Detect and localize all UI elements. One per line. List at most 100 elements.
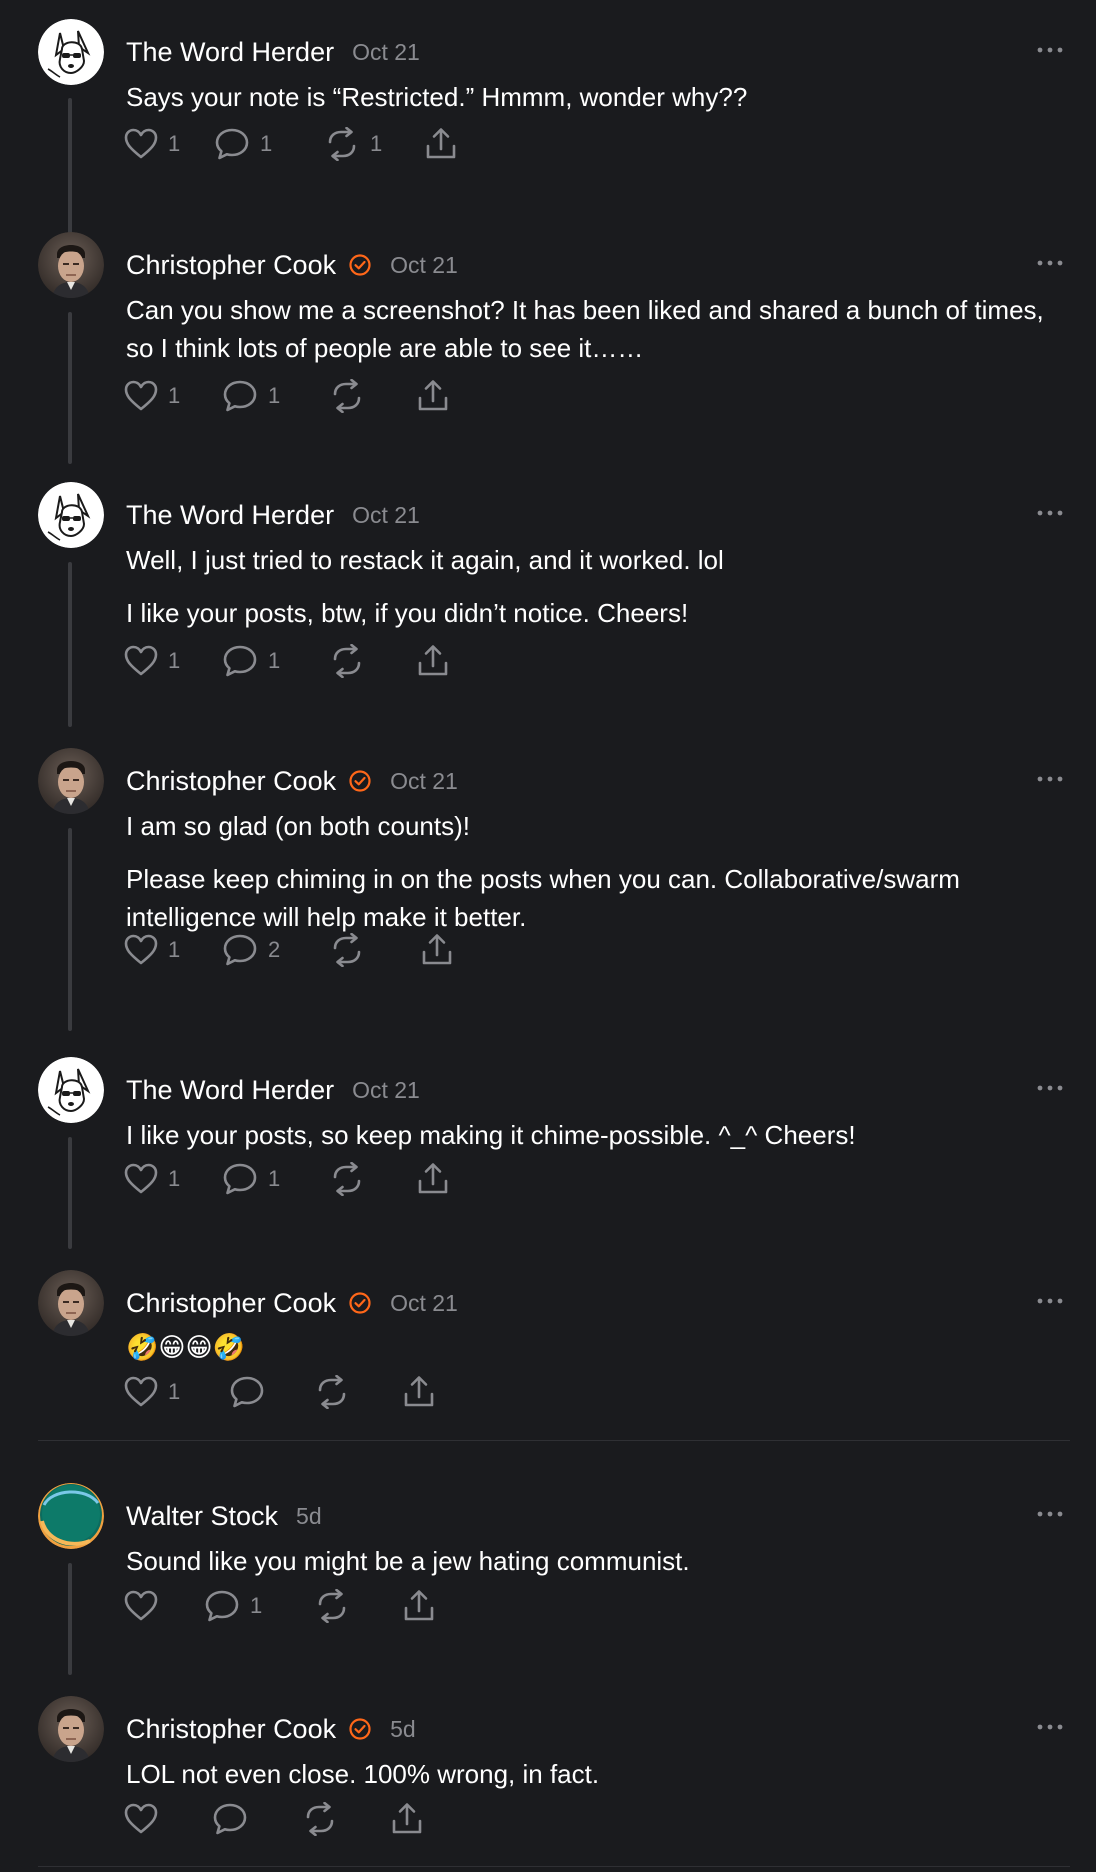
more-dots-icon[interactable] — [1032, 253, 1068, 273]
man-portrait-avatar-icon[interactable] — [38, 1696, 104, 1762]
man-portrait-avatar-icon[interactable] — [38, 1270, 104, 1336]
comment-header: The Word Herder Oct 21 — [126, 1073, 420, 1107]
reply-button[interactable]: 1 — [214, 124, 272, 164]
comment-header: Christopher Cook Oct 21 — [126, 764, 458, 798]
share-button[interactable] — [402, 1372, 436, 1412]
reply-button[interactable]: 1 — [222, 641, 280, 681]
man-portrait-avatar-icon[interactable] — [38, 232, 104, 298]
like-button[interactable] — [124, 1586, 158, 1626]
restack-arrows-icon — [324, 127, 360, 161]
share-button[interactable] — [420, 930, 454, 970]
comment-body: 🤣😁😁🤣 — [126, 1329, 1056, 1367]
restack-button[interactable] — [329, 641, 365, 681]
comment-body: Says your note is “Restricted.” Hmmm, wo… — [126, 78, 1056, 116]
comment-date[interactable]: Oct 21 — [352, 502, 420, 529]
restack-button[interactable] — [302, 1799, 338, 1839]
comment-text: I like your posts, btw, if you didn’t no… — [126, 598, 689, 628]
comment-date[interactable]: Oct 21 — [390, 252, 458, 279]
restack-button[interactable] — [314, 1586, 350, 1626]
comment-body: Can you show me a screenshot? It has bee… — [126, 291, 1056, 367]
reply-button[interactable] — [229, 1372, 265, 1412]
restack-button[interactable] — [314, 1372, 350, 1412]
more-dots-icon[interactable] — [1032, 1078, 1068, 1098]
more-dots-icon[interactable] — [1032, 1717, 1068, 1737]
share-upload-icon — [416, 644, 450, 678]
author-name[interactable]: The Word Herder — [126, 500, 334, 531]
share-button[interactable] — [416, 1159, 450, 1199]
author-name[interactable]: Christopher Cook — [126, 1714, 336, 1745]
comment-header: Christopher Cook Oct 21 — [126, 248, 458, 282]
comment-date[interactable]: Oct 21 — [352, 1077, 420, 1104]
share-upload-icon — [390, 1802, 424, 1836]
share-button[interactable] — [416, 376, 450, 416]
like-button[interactable]: 1 — [124, 1372, 180, 1412]
verified-check-icon — [348, 769, 372, 793]
like-button[interactable] — [124, 1799, 158, 1839]
comment-date[interactable]: Oct 21 — [390, 768, 458, 795]
comment-body: LOL not even close. 100% wrong, in fact. — [126, 1755, 1056, 1793]
comment-date[interactable]: 5d — [390, 1716, 416, 1743]
more-dots-icon[interactable] — [1032, 40, 1068, 60]
verified-check-icon — [348, 1717, 372, 1741]
reply-button[interactable]: 2 — [222, 930, 280, 970]
comment-text: Sound like you might be a jew hating com… — [126, 1546, 690, 1576]
like-count: 1 — [168, 1166, 181, 1191]
author-name[interactable]: The Word Herder — [126, 37, 334, 68]
restack-count: 1 — [370, 131, 383, 156]
heart-icon — [124, 645, 158, 677]
green-orb-avatar-icon[interactable] — [38, 1483, 104, 1549]
dog-avatar-icon[interactable] — [38, 1057, 104, 1123]
more-dots-icon[interactable] — [1032, 1504, 1068, 1524]
share-button[interactable] — [402, 1586, 436, 1626]
comment-header: Walter Stock 5d — [126, 1499, 322, 1533]
more-dots-icon[interactable] — [1032, 503, 1068, 523]
replie-count: 2 — [268, 937, 281, 962]
replie-count: 1 — [250, 1593, 263, 1618]
comment-date[interactable]: Oct 21 — [390, 1290, 458, 1317]
speech-bubble-icon — [212, 1802, 248, 1836]
author-name[interactable]: Christopher Cook — [126, 766, 336, 797]
restack-arrows-icon — [314, 1375, 350, 1409]
comment-date[interactable]: Oct 21 — [352, 39, 420, 66]
reply-button[interactable]: 1 — [222, 1159, 280, 1199]
like-button[interactable]: 1 — [124, 376, 180, 416]
reply-button[interactable] — [212, 1799, 248, 1839]
restack-arrows-icon — [329, 644, 365, 678]
section-divider — [38, 1440, 1070, 1441]
like-button[interactable]: 1 — [124, 1159, 180, 1199]
author-name[interactable]: The Word Herder — [126, 1075, 334, 1106]
dog-avatar-icon[interactable] — [38, 482, 104, 548]
author-name[interactable]: Christopher Cook — [126, 1288, 336, 1319]
comment: Christopher Cook Oct 21 Can you show me a … — [0, 227, 1096, 426]
share-button[interactable] — [424, 124, 458, 164]
restack-button[interactable] — [329, 376, 365, 416]
dog-avatar-icon[interactable] — [38, 19, 104, 85]
share-button[interactable] — [390, 1799, 424, 1839]
reply-button[interactable]: 1 — [204, 1586, 262, 1626]
author-name[interactable]: Walter Stock — [126, 1501, 278, 1532]
restack-arrows-icon — [329, 379, 365, 413]
more-dots-icon[interactable] — [1032, 769, 1068, 789]
comment: Christopher Cook Oct 21 🤣😁😁🤣 1 — [0, 1265, 1096, 1422]
restack-button[interactable] — [329, 930, 365, 970]
share-upload-icon — [420, 933, 454, 967]
speech-bubble-icon — [214, 127, 250, 161]
like-count: 1 — [168, 1379, 181, 1404]
author-name[interactable]: Christopher Cook — [126, 250, 336, 281]
more-dots-icon[interactable] — [1032, 1291, 1068, 1311]
comment-header: Christopher Cook Oct 21 — [126, 1286, 458, 1320]
comment-header: The Word Herder Oct 21 — [126, 35, 420, 69]
heart-icon — [124, 1163, 158, 1195]
like-button[interactable]: 1 — [124, 641, 180, 681]
restack-button[interactable]: 1 — [324, 124, 382, 164]
like-button[interactable]: 1 — [124, 124, 180, 164]
man-portrait-avatar-icon[interactable] — [38, 748, 104, 814]
share-button[interactable] — [416, 641, 450, 681]
heart-icon — [124, 128, 158, 160]
reply-button[interactable]: 1 — [222, 376, 280, 416]
like-button[interactable]: 1 — [124, 930, 180, 970]
comment-text: Well, I just tried to restack it again, … — [126, 545, 724, 575]
speech-bubble-icon — [222, 933, 258, 967]
restack-button[interactable] — [329, 1159, 365, 1199]
comment-date[interactable]: 5d — [296, 1503, 322, 1530]
